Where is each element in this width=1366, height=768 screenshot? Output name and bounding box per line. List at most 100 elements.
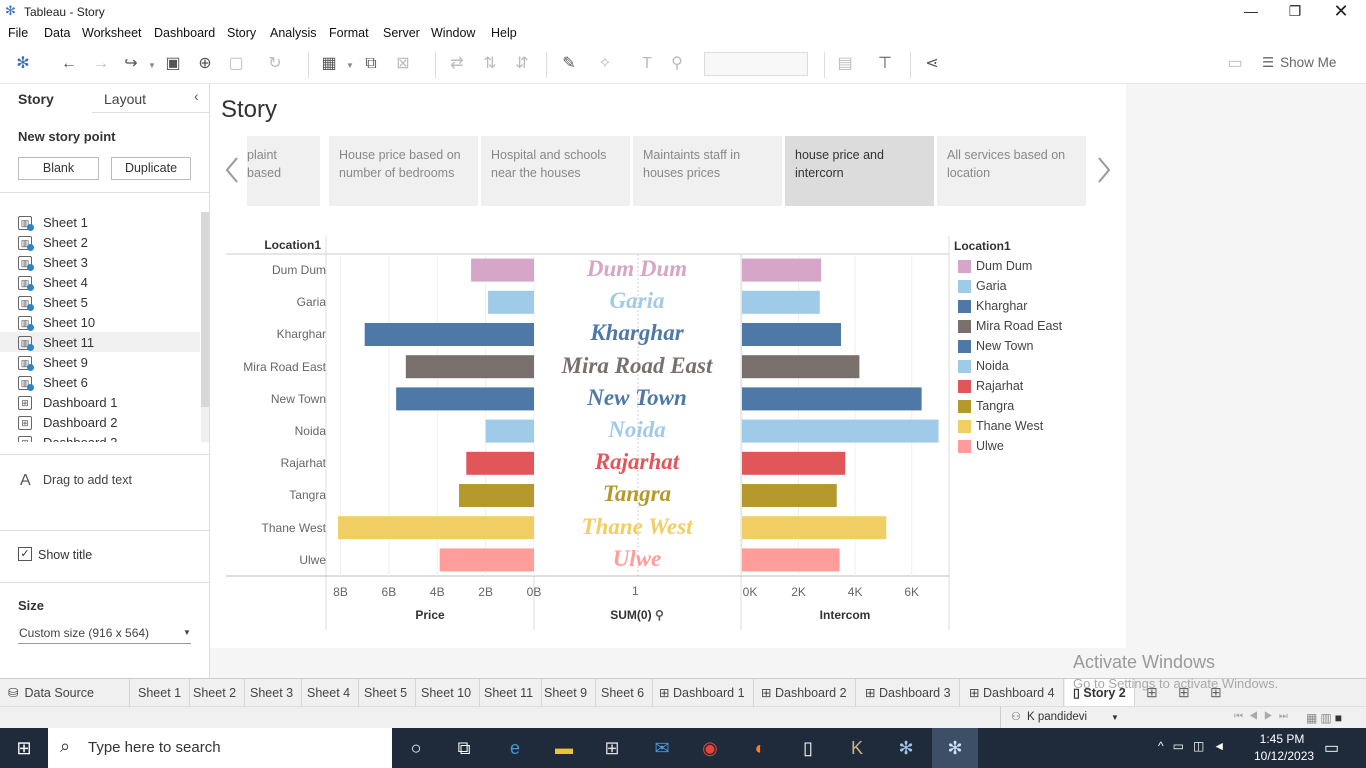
menu-server[interactable]: Server xyxy=(383,26,420,40)
close-button[interactable]: ✕ xyxy=(1318,0,1364,23)
user-menu[interactable]: ⚇ K pandidevi ▼ xyxy=(1000,707,1126,729)
sheet-item[interactable]: ▥ Sheet 11 xyxy=(18,333,200,353)
collapse-icon[interactable]: ‹ xyxy=(194,88,199,104)
save-icon[interactable]: ▣ xyxy=(162,53,184,75)
location-name-mark[interactable]: Garia xyxy=(534,288,740,314)
system-tray-icons[interactable]: ^▭◫◄ xyxy=(1158,739,1234,753)
location-name-mark[interactable]: New Town xyxy=(534,385,740,411)
scrollbar[interactable] xyxy=(201,212,209,442)
tab-dashboard[interactable]: ⊞ Dashboard 3 xyxy=(857,679,960,707)
location-name-mark[interactable]: Kharghar xyxy=(534,320,740,346)
tab-sheet[interactable]: Sheet 11 xyxy=(476,679,543,707)
menu-file[interactable]: File xyxy=(8,26,28,40)
intercom-bar[interactable] xyxy=(742,451,846,475)
sheet-item[interactable]: ▥ Sheet 3 xyxy=(18,253,200,273)
swap-icon[interactable]: ⇄ xyxy=(446,53,468,75)
menu-dashboard[interactable]: Dashboard xyxy=(154,26,215,40)
menu-help[interactable]: Help xyxy=(491,26,517,40)
next-story-point-button[interactable] xyxy=(1092,136,1116,204)
new-worksheet-icon[interactable]: ▦ xyxy=(318,53,340,75)
tab-dashboard[interactable]: ⊞ Dashboard 2 xyxy=(753,679,856,707)
location-name-mark[interactable]: Thane West xyxy=(534,514,740,540)
location-name-mark[interactable]: Rajarhat xyxy=(534,449,740,475)
sheet-item[interactable]: ▥ Sheet 6 xyxy=(18,373,200,393)
menu-story[interactable]: Story xyxy=(227,26,256,40)
duplicate-icon[interactable]: ⧉ xyxy=(360,53,382,75)
tableau-taskbar-icon[interactable]: ✻ xyxy=(894,736,918,760)
redo-icon[interactable]: → xyxy=(90,53,112,75)
story-point[interactable]: All services based on location xyxy=(937,136,1086,206)
clock[interactable]: 1:45 PM 10/12/2023 xyxy=(1254,732,1314,763)
tab-navigation[interactable]: ⏮◀▶⏭ xyxy=(1234,711,1294,722)
sheet-item[interactable]: ▥ Sheet 10 xyxy=(18,313,200,333)
dashboard-item[interactable]: ⊞ Dashboard 1 xyxy=(18,393,200,413)
price-bar[interactable] xyxy=(485,419,534,443)
tab-sheet[interactable]: Sheet 10 xyxy=(413,679,481,707)
file-explorer-icon[interactable]: ▬ xyxy=(552,736,576,760)
menu-analysis[interactable]: Analysis xyxy=(270,26,317,40)
intercom-bar[interactable] xyxy=(742,387,922,411)
previous-story-point-button[interactable] xyxy=(220,136,244,204)
sheet-item[interactable]: ▥ Sheet 5 xyxy=(18,293,200,313)
price-bar[interactable] xyxy=(466,451,534,475)
fit-dropdown[interactable] xyxy=(704,52,808,76)
story-title[interactable]: Story xyxy=(221,96,277,124)
tab-sheet[interactable]: Sheet 6 xyxy=(593,679,654,707)
minimize-button[interactable]: — xyxy=(1228,0,1274,23)
pause-updates-icon[interactable]: ▢ xyxy=(225,53,247,75)
price-bar[interactable] xyxy=(439,548,534,572)
show-labels-icon[interactable]: ▤ xyxy=(834,53,856,75)
refresh-icon[interactable]: ↻ xyxy=(264,53,286,75)
notification-icon[interactable]: ▭ xyxy=(1324,738,1339,758)
share-icon[interactable]: ⋖ xyxy=(921,53,943,75)
menu-data[interactable]: Data xyxy=(44,26,70,40)
intercom-bar[interactable] xyxy=(742,484,837,507)
intercom-bar[interactable] xyxy=(742,548,840,572)
highlight-icon[interactable]: ✎ xyxy=(558,53,580,75)
tab-layout[interactable]: Layout xyxy=(104,86,146,112)
intercom-bar[interactable] xyxy=(742,258,822,282)
sort-descending-icon[interactable]: ⇵ xyxy=(511,53,533,75)
undo-icon[interactable]: ← xyxy=(58,53,80,75)
tab-story[interactable]: Story xyxy=(18,86,54,112)
document-icon[interactable]: ▯ xyxy=(796,736,820,760)
story-point-active[interactable]: house price and intercorn xyxy=(785,136,934,206)
location-name-mark[interactable]: Mira Road East xyxy=(534,353,740,379)
attach-icon[interactable]: ✧ xyxy=(594,53,616,75)
location-name-mark[interactable]: Tangra xyxy=(534,481,740,507)
tab-sheet[interactable]: Sheet 9 xyxy=(536,679,597,707)
price-bar[interactable] xyxy=(471,258,534,282)
menu-format[interactable]: Format xyxy=(329,26,369,40)
duplicate-button[interactable]: Duplicate xyxy=(111,157,191,180)
price-bar[interactable] xyxy=(459,484,534,507)
chevron-down-icon[interactable]: ▼ xyxy=(346,61,354,70)
story-point[interactable]: Maintaints staff in houses prices xyxy=(633,136,782,206)
replay-icon[interactable]: ↪ xyxy=(120,53,142,75)
menu-window[interactable]: Window xyxy=(431,26,475,40)
show-me-button[interactable]: ☰ Show Me xyxy=(1262,55,1336,75)
price-bar[interactable] xyxy=(396,387,534,411)
tableau-active-taskbar-button[interactable]: ✻ xyxy=(932,728,978,768)
price-bar[interactable] xyxy=(488,290,534,314)
clear-icon[interactable]: ⊠ xyxy=(392,53,414,75)
text-icon[interactable]: T xyxy=(636,53,658,75)
maximize-button[interactable]: ❐ xyxy=(1272,0,1318,23)
sort-ascending-icon[interactable]: ⇅ xyxy=(479,53,501,75)
intercom-bar[interactable] xyxy=(742,290,820,314)
presentation-icon[interactable]: ⊤ xyxy=(874,53,896,75)
task-view-icon[interactable]: ⧉ xyxy=(452,736,476,760)
story-point[interactable]: plaint based xyxy=(247,136,320,206)
price-bar[interactable] xyxy=(364,323,534,346)
sheet-item[interactable]: ▥ Sheet 4 xyxy=(18,273,200,293)
dashboard-item[interactable]: ⊞ Dashboard 2 xyxy=(18,413,200,433)
location-name-mark[interactable]: Dum Dum xyxy=(534,256,740,282)
tableau-logo-icon[interactable]: ✻ xyxy=(12,53,34,75)
sheet-item[interactable]: ▥ Sheet 9 xyxy=(18,353,200,373)
menu-worksheet[interactable]: Worksheet xyxy=(82,26,142,40)
chrome-icon[interactable]: ◉ xyxy=(698,736,722,760)
dashboard-item[interactable]: ⊞Dashboard 3 xyxy=(18,433,200,442)
scrollbar-thumb[interactable] xyxy=(201,212,209,407)
location-name-mark[interactable]: Noida xyxy=(534,417,740,443)
tab-dashboard[interactable]: ⊞ Dashboard 4 xyxy=(961,679,1064,707)
size-dropdown[interactable]: Custom size (916 x 564) ▼ xyxy=(18,622,191,644)
